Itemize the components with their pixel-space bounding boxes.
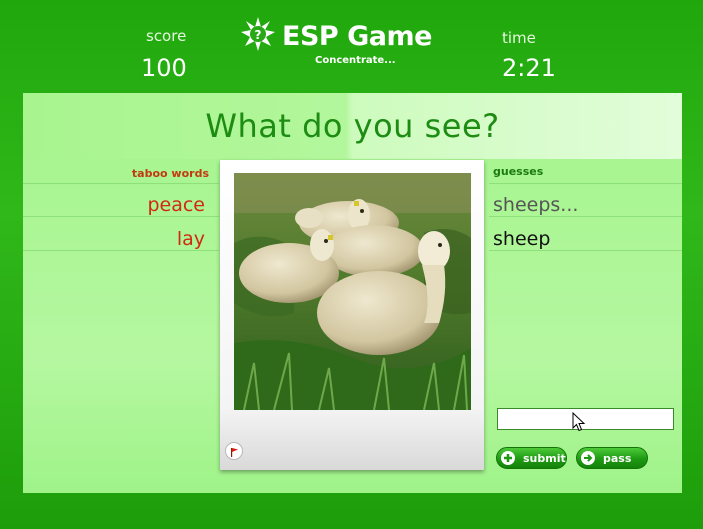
report-image-button[interactable]	[225, 442, 243, 460]
guesses-header: guesses	[493, 165, 544, 178]
submit-label: submit	[523, 451, 566, 465]
guess-item: sheep	[493, 228, 551, 250]
pass-label: pass	[603, 451, 632, 465]
row-divider	[489, 183, 682, 184]
sheep-photo	[234, 173, 471, 410]
row-divider	[489, 216, 682, 217]
score-value: 100	[141, 54, 187, 82]
game-panel: What do you see? taboo words peace lay g…	[23, 93, 682, 493]
submit-button[interactable]: submit	[496, 447, 567, 469]
logo-subtitle: Concentrate...	[315, 55, 396, 66]
svg-text:?: ?	[255, 28, 262, 42]
row-divider	[23, 250, 219, 251]
mouse-pointer-icon	[572, 411, 586, 436]
taboo-word: lay	[176, 228, 205, 250]
arrow-right-icon	[581, 451, 595, 465]
taboo-words-header: taboo words	[131, 167, 209, 180]
time-label: time	[502, 29, 536, 47]
image-card	[220, 160, 484, 470]
esp-game-logo: ? ESP Game	[240, 16, 432, 56]
row-divider	[23, 183, 219, 184]
question-title: What do you see?	[205, 107, 500, 145]
row-divider	[23, 216, 219, 217]
taboo-word: peace	[147, 194, 205, 216]
star-question-icon: ?	[240, 16, 276, 56]
logo-title: ESP Game	[282, 20, 432, 52]
guess-item: sheeps...	[493, 194, 579, 216]
pass-button[interactable]: pass	[576, 447, 648, 469]
score-label: score	[146, 27, 187, 45]
plus-icon	[501, 451, 515, 465]
red-flag-icon	[229, 442, 239, 461]
time-value: 2:21	[502, 54, 556, 82]
row-divider	[489, 250, 682, 251]
game-header: score 100 ? ESP Game Concentrate... time…	[0, 0, 703, 92]
